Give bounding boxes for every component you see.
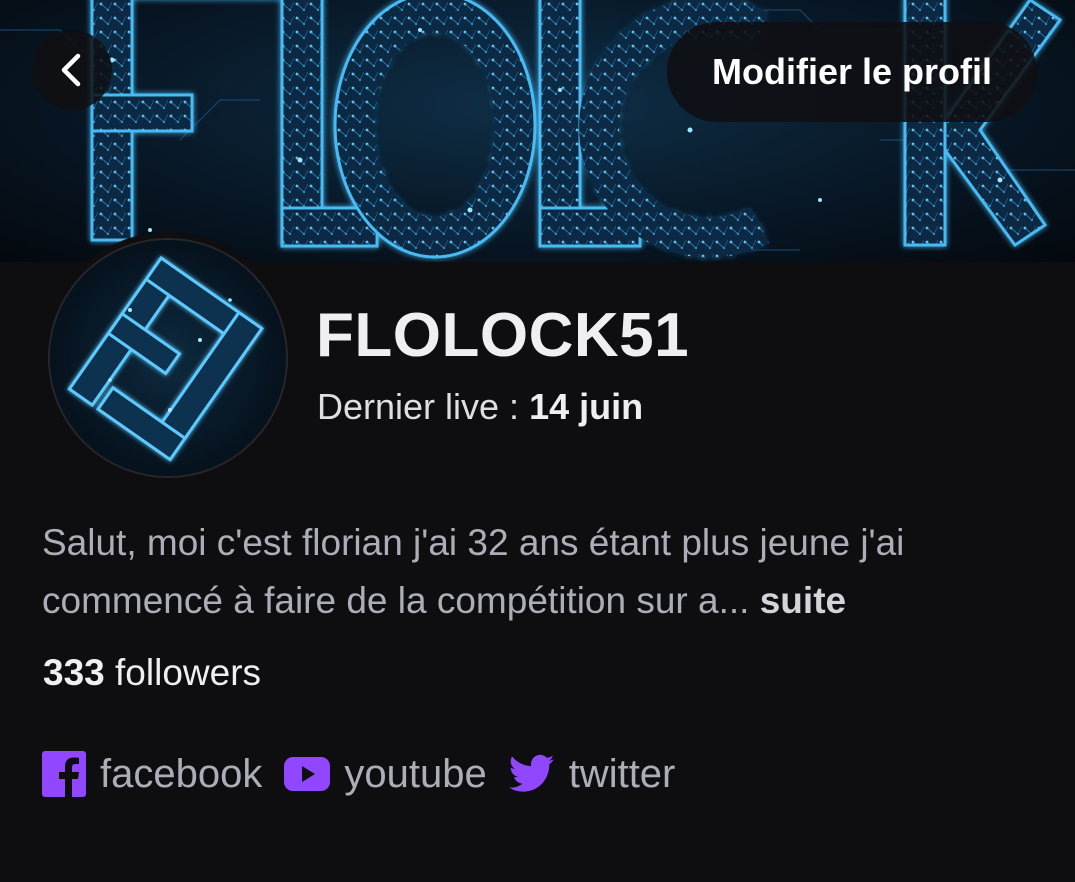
social-label: youtube	[344, 751, 487, 796]
social-links: facebook youtube twitter	[42, 744, 697, 804]
avatar-logo-art	[67, 255, 264, 462]
social-label: facebook	[100, 751, 263, 796]
bio-more-link[interactable]: suite	[760, 580, 846, 621]
social-label: twitter	[568, 751, 676, 796]
facebook-icon	[42, 751, 86, 797]
followers-label: followers	[115, 652, 262, 693]
channel-name: FLOLOCK51	[316, 301, 690, 370]
youtube-icon	[284, 757, 331, 791]
social-link-facebook[interactable]: facebook	[42, 751, 262, 797]
back-button[interactable]	[32, 30, 112, 110]
followers-number: 333	[43, 652, 105, 693]
followers-count: 333 followers	[43, 652, 261, 694]
chevron-left-icon	[61, 53, 81, 87]
twitter-icon	[508, 754, 555, 794]
social-link-twitter[interactable]: twitter	[508, 751, 676, 797]
avatar	[42, 232, 294, 484]
avatar-image	[50, 240, 286, 476]
last-live-label: Dernier live :	[317, 386, 530, 427]
last-live-date: 14 juin	[529, 386, 644, 427]
channel-bio: Salut, moi c'est florian j'ai 32 ans éta…	[42, 514, 1042, 630]
social-link-youtube[interactable]: youtube	[284, 751, 487, 797]
edit-profile-button[interactable]: Modifier le profil	[667, 22, 1037, 122]
last-live-info: Dernier live : 14 juin	[317, 386, 643, 428]
